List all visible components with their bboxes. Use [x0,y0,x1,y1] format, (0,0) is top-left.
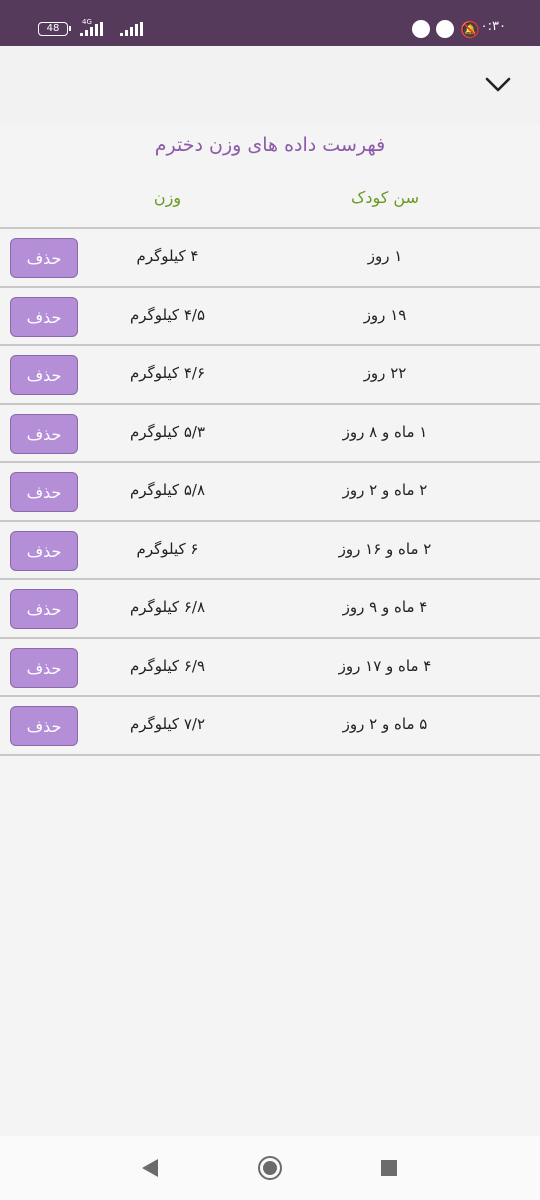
delete-button[interactable]: حذف [10,238,78,278]
delete-button[interactable]: حذف [10,706,78,746]
back-icon[interactable] [142,1159,158,1177]
table-row: حذف ۴ کیلوگرم ۱ روز [0,229,540,288]
age-value: ۲ ماه و ۱۶ روز [338,539,432,558]
delete-button[interactable]: حذف [10,472,78,512]
signal-strength-icon-2 [120,22,143,36]
table-row: حذف ۶/۹ کیلوگرم ۴ ماه و ۱۷ روز [0,639,540,697]
age-value: ۲ ماه و ۲ روز [342,481,428,499]
age-value: ۴ ماه و ۱۷ روز [338,656,432,675]
table-row: حذف ۴/۶ کیلوگرم ۲۲ روز [0,346,540,405]
age-value: ۱۹ روز [363,305,407,324]
weight-value: ۴/۵ کیلوگرم [129,305,206,324]
weight-value: ۴ کیلوگرم [136,247,199,265]
delete-button[interactable]: حذف [10,530,78,571]
table-row: حذف ۵/۸ کیلوگرم ۲ ماه و ۲ روز [0,463,540,522]
weight-value: ۶/۸ کیلوگرم [129,598,206,616]
bell-off-icon: 🔕 [460,20,480,39]
delete-button[interactable]: حذف [10,647,78,688]
weight-value: ۶ کیلوگرم [136,539,199,558]
table-row: حذف ۵/۳ کیلوگرم ۱ ماه و ۸ روز [0,405,540,463]
status-bar: 48 4G 🔕 ۰:۳۰ [0,0,540,46]
table-row: حذف ۴/۵ کیلوگرم ۱۹ روز [0,288,540,346]
chevron-down-icon[interactable] [484,70,512,98]
page-title: فهرست داده های وزن دخترم [154,134,386,156]
age-value: ۱ روز [367,247,403,265]
home-icon[interactable] [258,1156,282,1180]
notification-app-icon [436,20,454,38]
weight-value: ۴/۶ کیلوگرم [129,364,206,382]
table-row: حذف ۷/۲ کیلوگرم ۵ ماه و ۲ روز [0,697,540,756]
battery-level: 48 [46,23,60,34]
age-value: ۱ ماه و ۸ روز [342,422,428,441]
recent-apps-icon[interactable] [381,1160,397,1176]
weight-value: ۷/۲ کیلوگرم [129,715,206,733]
column-header-age: سن کودک [351,188,419,207]
weight-value: ۵/۸ کیلوگرم [129,481,206,499]
delete-button[interactable]: حذف [10,589,78,629]
age-value: ۲۲ روز [363,364,407,382]
weight-value: ۶/۹ کیلوگرم [129,656,206,675]
age-value: ۵ ماه و ۲ روز [342,715,428,733]
table-row: حذف ۶ کیلوگرم ۲ ماه و ۱۶ روز [0,522,540,580]
weight-list: حذف ۴ کیلوگرم ۱ روز حذف ۴/۵ کیلوگرم ۱۹ ر… [0,229,540,756]
delete-button[interactable]: حذف [10,355,78,395]
battery-indicator: 48 [38,22,71,36]
signal-strength-icon [80,22,103,36]
delete-button[interactable]: حذف [10,296,78,337]
delete-button[interactable]: حذف [10,413,78,454]
column-header-weight: وزن [153,188,182,207]
play-store-icon [412,20,430,38]
weight-value: ۵/۳ کیلوگرم [129,422,206,441]
age-value: ۴ ماه و ۹ روز [342,598,428,616]
chevron-down-svg [485,77,511,92]
table-row: حذف ۶/۸ کیلوگرم ۴ ماه و ۹ روز [0,580,540,639]
top-header [0,46,540,124]
status-time: ۰:۳۰ [480,19,506,34]
battery-tip [69,26,71,31]
